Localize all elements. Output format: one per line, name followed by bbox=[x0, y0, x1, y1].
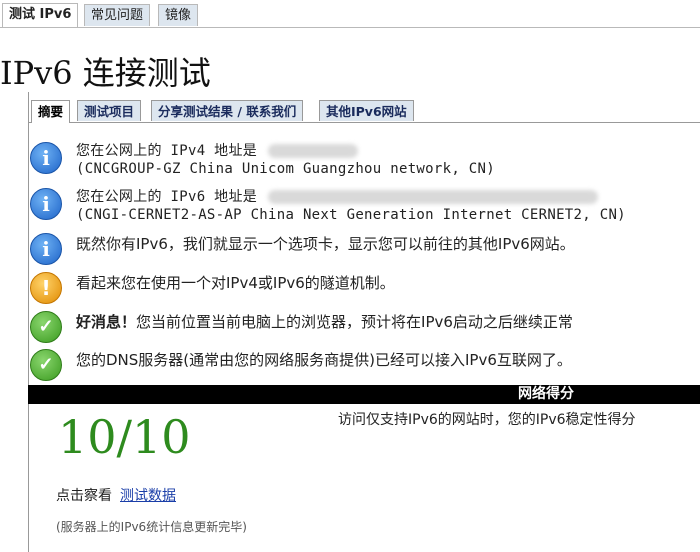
message-subtext: (CNCGROUP-GZ China Unicom Guangzhou netw… bbox=[76, 161, 495, 177]
info-icon: i bbox=[30, 188, 62, 220]
tab-tests-run[interactable]: 测试项目 bbox=[77, 100, 142, 121]
message-subtext: (CNGI-CERNET2-AS-AP China Next Generatio… bbox=[76, 207, 626, 223]
info-icon: i bbox=[30, 142, 62, 174]
checkmark-icon: ✓ bbox=[30, 349, 62, 381]
message-text: 看起来您在使用一个对IPv4或IPv6的隧道机制。 bbox=[76, 274, 395, 292]
message-text: 您的DNS服务器(通常由您的网络服务商提供)已经可以接入IPv6互联网了。 bbox=[76, 351, 572, 369]
page-title: IPv6 连接测试 bbox=[0, 54, 211, 92]
info-icon: i bbox=[30, 233, 62, 265]
test-data-link[interactable]: 测试数据 bbox=[120, 488, 176, 504]
redacted-ip bbox=[267, 143, 358, 158]
message-text: 您在公网上的 IPv6 地址是 bbox=[76, 189, 258, 205]
message-text: 您在公网上的 IPv4 地址是 bbox=[76, 143, 258, 159]
test-data-label: 点击察看 bbox=[56, 488, 112, 504]
tab-other-ipv6-sites[interactable]: 其他IPv6网站 bbox=[319, 100, 414, 121]
score-header-label: 网络得分 bbox=[518, 386, 574, 402]
score-value: 10/10 bbox=[58, 410, 191, 464]
tab-mirrors[interactable]: 镜像 bbox=[158, 4, 199, 26]
redacted-ip bbox=[267, 189, 598, 204]
tab-test-ipv6[interactable]: 测试 IPv6 bbox=[2, 3, 79, 27]
tab-share-results[interactable]: 分享测试结果 / 联系我们 bbox=[151, 100, 304, 121]
inner-tab-bar: 摘要 测试项目 分享测试结果 / 联系我们 其他IPv6网站 bbox=[29, 100, 700, 123]
top-tab-bar: 测试 IPv6 常见问题 镜像 bbox=[0, 0, 700, 28]
test-data-row: 点击察看 测试数据 bbox=[56, 485, 176, 505]
tab-faq[interactable]: 常见问题 bbox=[84, 4, 151, 26]
score-description: 访问仅支持IPv6的网站时，您的IPv6稳定性得分 bbox=[338, 412, 636, 428]
tab-summary[interactable]: 摘要 bbox=[31, 100, 71, 123]
message-text: 您当前位置当前电脑上的浏览器，预计将在IPv6启动之后继续正常 bbox=[136, 313, 573, 331]
warning-icon: ! bbox=[30, 272, 62, 304]
score-header-bar: 网络得分 bbox=[28, 385, 700, 404]
stats-note: (服务器上的IPv6统计信息更新完毕) bbox=[56, 520, 247, 534]
message-bold: 好消息！ bbox=[76, 313, 137, 331]
message-text: 既然你有IPv6，我们就显示一个选项卡，显示您可以前往的其他IPv6网站。 bbox=[76, 235, 575, 253]
checkmark-icon: ✓ bbox=[30, 311, 62, 343]
